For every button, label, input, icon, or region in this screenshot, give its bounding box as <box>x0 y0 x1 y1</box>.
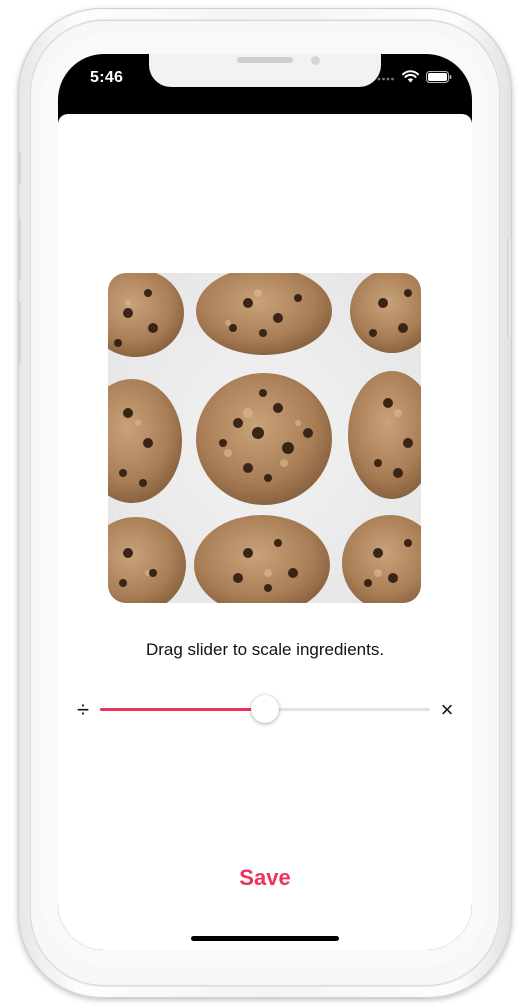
cookie-photo <box>108 273 421 603</box>
scale-slider[interactable] <box>100 695 430 723</box>
slider-fill <box>100 708 265 711</box>
divide-icon: ÷ <box>76 697 90 722</box>
scale-instructions: Drag slider to scale ingredients. <box>145 640 385 659</box>
signal-dots-icon <box>377 77 394 80</box>
save-button[interactable]: Save <box>215 860 315 896</box>
multiply-icon: × <box>440 697 454 722</box>
status-time: 5:46 <box>90 69 124 86</box>
power-button <box>507 238 511 338</box>
volume-up-button <box>19 218 23 280</box>
cookie-photo-graphic <box>108 273 421 603</box>
status-icons <box>377 70 452 83</box>
front-camera <box>311 56 320 65</box>
device-screen: 5:46 Drag slider to scale ingredients. ÷… <box>58 54 472 950</box>
home-indicator <box>191 936 339 941</box>
battery-icon <box>426 70 452 83</box>
wifi-icon <box>402 70 419 83</box>
slider-thumb[interactable] <box>251 695 279 723</box>
silent-switch <box>19 152 23 184</box>
scale-slider-row: ÷ × <box>72 695 458 724</box>
notch <box>149 54 381 87</box>
scale-sheet: Drag slider to scale ingredients. ÷ × Sa… <box>58 114 472 950</box>
speaker-grille <box>237 57 293 63</box>
volume-down-button <box>19 302 23 364</box>
